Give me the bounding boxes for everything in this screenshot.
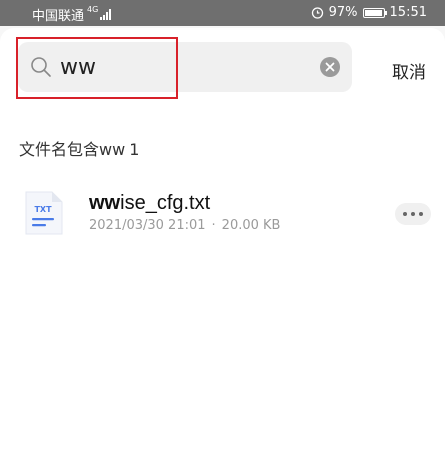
results-heading: 文件名包含ww 1 (19, 136, 139, 160)
clock: 15:51 (389, 5, 427, 20)
battery-percent: 97% (328, 5, 358, 20)
file-name-match: ww (89, 192, 121, 214)
status-left: 中国联通 4G (32, 5, 112, 24)
search-box[interactable] (18, 42, 352, 92)
signal-icon (100, 9, 112, 20)
more-dot (411, 212, 415, 216)
more-dot (403, 212, 407, 216)
cancel-button[interactable]: 取消 (392, 58, 426, 83)
alarm-icon (311, 7, 323, 19)
battery-icon (362, 7, 387, 18)
status-right: 97% 15:51 (311, 5, 427, 20)
file-list-item[interactable]: TXT wwise_cfg.txt 2021/03/30 21:01 · 20.00… (0, 180, 445, 246)
search-input[interactable] (60, 52, 300, 82)
more-dot (419, 212, 423, 216)
results-heading-text: 文件名包含ww (19, 140, 126, 159)
battery-level (364, 9, 382, 16)
search-sheet: 取消 文件名包含ww1 TXT wwise_cfg.txt 2021/03/30… (0, 28, 445, 474)
status-bar: 中国联通 4G 97% 15:51 (0, 0, 445, 26)
file-date: 2021/03/30 21:01 (89, 218, 206, 233)
file-type-label: TXT (34, 205, 52, 214)
search-icon (31, 57, 51, 77)
network-label: 4G (87, 5, 99, 14)
file-name: wwise_cfg.txt (89, 192, 210, 215)
results-count: 1 (129, 140, 140, 159)
file-meta: 2021/03/30 21:01 · 20.00 KB (89, 218, 280, 233)
clear-icon[interactable] (320, 57, 340, 77)
file-size: 20.00 KB (221, 218, 281, 233)
file-name-rest: ise_cfg.txt (120, 192, 211, 214)
txt-file-icon: TXT (25, 191, 63, 235)
carrier-label: 中国联通 (32, 9, 85, 24)
more-options-button[interactable] (395, 203, 431, 225)
meta-separator: · (211, 218, 216, 233)
